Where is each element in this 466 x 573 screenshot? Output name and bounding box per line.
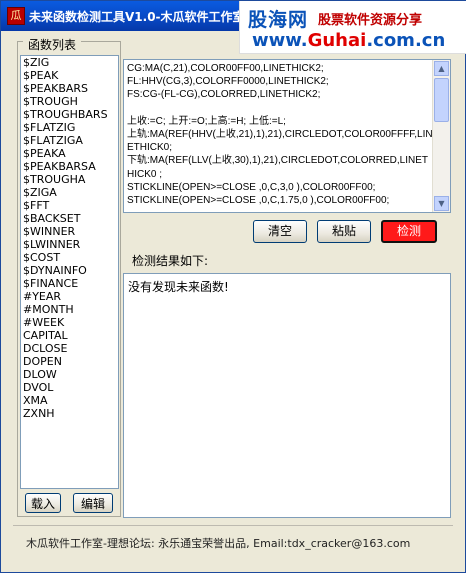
list-item[interactable]: ZXNH <box>21 407 118 420</box>
function-list-label: 函数列表 <box>23 36 82 53</box>
list-item[interactable]: $COST <box>21 251 118 264</box>
result-label: 检测结果如下: <box>132 254 209 268</box>
vertical-scrollbar[interactable]: ▲ ▼ <box>432 60 450 212</box>
list-item[interactable]: #WEEK <box>21 316 118 329</box>
detect-button[interactable]: 检测 <box>381 220 437 243</box>
ad-url-suffix: .com.cn <box>366 30 446 51</box>
result-box[interactable]: 没有发现未来函数! <box>123 273 451 518</box>
list-item[interactable]: $FLATZIG <box>21 121 118 134</box>
window-title: 未来函数检测工具V1.0-木瓜软件工作室 <box>29 10 245 24</box>
list-item[interactable]: #YEAR <box>21 290 118 303</box>
ad-banner[interactable]: 股海网 股票软件资源分享 www.Guhai.com.cn <box>239 1 466 54</box>
ad-slogan: 股票软件资源分享 <box>318 13 423 28</box>
code-editor[interactable]: CG:MA(C,21),COLOR00FF00,LINETHICK2; FL:H… <box>123 59 451 213</box>
scroll-down-icon[interactable]: ▼ <box>434 196 449 211</box>
ad-url[interactable]: www.Guhai.com.cn <box>252 30 445 51</box>
code-text[interactable]: CG:MA(C,21),COLOR00FF00,LINETHICK2; FL:H… <box>127 62 434 207</box>
status-text: 木瓜软件工作室-理想论坛: 永乐通宝荣誉出品, Email:tdx_cracke… <box>26 537 411 550</box>
list-item[interactable]: $FINANCE <box>21 277 118 290</box>
list-item[interactable]: $PEAK <box>21 69 118 82</box>
list-item[interactable]: DLOW <box>21 368 118 381</box>
main-window: 瓜 未来函数检测工具V1.0-木瓜软件工作室 股海网 股票软件资源分享 www.… <box>0 0 466 573</box>
list-item[interactable]: DCLOSE <box>21 342 118 355</box>
list-item[interactable]: $BACKSET <box>21 212 118 225</box>
scroll-up-icon[interactable]: ▲ <box>434 61 449 76</box>
list-item[interactable]: XMA <box>21 394 118 407</box>
list-item[interactable]: $LWINNER <box>21 238 118 251</box>
scroll-thumb[interactable] <box>434 78 449 122</box>
load-button[interactable]: 载入 <box>25 493 61 513</box>
list-item[interactable]: $FLATZIGA <box>21 134 118 147</box>
status-divider <box>13 525 453 526</box>
list-item[interactable]: DOPEN <box>21 355 118 368</box>
list-item[interactable]: $FFT <box>21 199 118 212</box>
clear-button[interactable]: 清空 <box>253 220 307 243</box>
paste-button[interactable]: 粘贴 <box>317 220 371 243</box>
edit-button[interactable]: 编辑 <box>73 493 113 513</box>
list-item[interactable]: CAPITAL <box>21 329 118 342</box>
list-item[interactable]: $PEAKBARS <box>21 82 118 95</box>
list-item[interactable]: DVOL <box>21 381 118 394</box>
list-item[interactable]: $ZIGA <box>21 186 118 199</box>
list-item[interactable]: $TROUGH <box>21 95 118 108</box>
list-item[interactable]: $WINNER <box>21 225 118 238</box>
app-icon: 瓜 <box>7 7 25 25</box>
list-item[interactable]: $TROUGHA <box>21 173 118 186</box>
list-item[interactable]: $PEAKBARSA <box>21 160 118 173</box>
list-item[interactable]: $DYNAINFO <box>21 264 118 277</box>
result-text: 没有发现未来函数! <box>128 280 229 294</box>
ad-logo: 股海网 <box>248 9 309 31</box>
list-item[interactable]: $PEAKA <box>21 147 118 160</box>
list-item[interactable]: $TROUGHBARS <box>21 108 118 121</box>
function-list[interactable]: $ZIG $PEAK $PEAKBARS $TROUGH $TROUGHBARS $FLA… <box>20 55 119 489</box>
ad-url-prefix: www. <box>252 30 308 51</box>
ad-url-brand: Guhai <box>307 30 367 51</box>
list-item[interactable]: $ZIG <box>21 56 118 69</box>
list-item[interactable]: #MONTH <box>21 303 118 316</box>
